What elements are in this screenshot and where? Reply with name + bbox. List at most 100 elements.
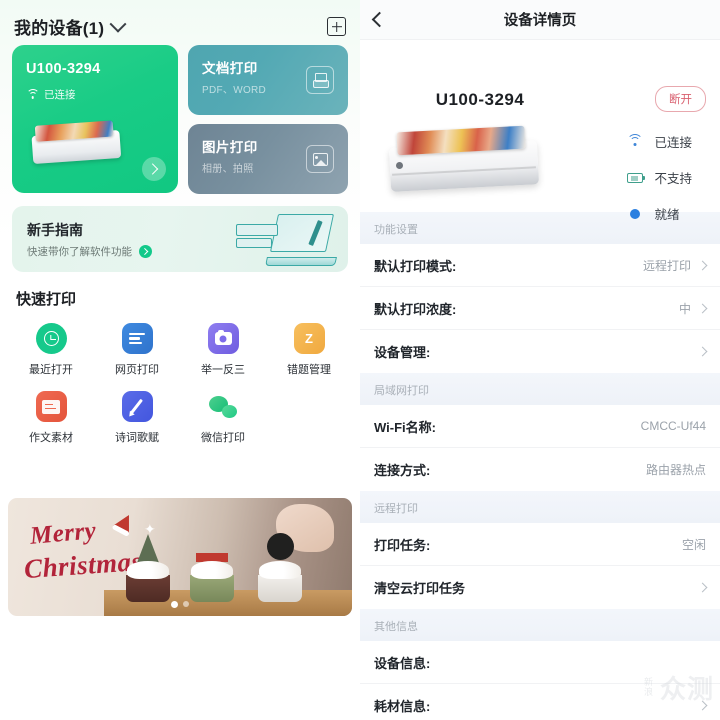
quick-item-label: 微信打印 — [201, 432, 245, 444]
status-dot-icon — [626, 206, 643, 221]
home-tiles: U100-3294 已连接 文档打印 PDF、WORD 图片打印 相册、拍照 — [0, 45, 360, 194]
row-label: 设备信息: — [374, 655, 431, 671]
section-other-info: 设备信息: 耗材信息: — [360, 641, 720, 720]
chevron-right-icon[interactable] — [697, 260, 708, 270]
row-device-info[interactable]: 设备信息: — [360, 641, 720, 684]
page-title: 设备详情页 — [503, 13, 577, 29]
guide-subtitle-row: 快速带你了解软件功能 — [27, 244, 152, 259]
chevron-right-icon[interactable] — [697, 346, 708, 357]
row-consumable-info[interactable]: 耗材信息: — [360, 684, 720, 720]
row-print-task: 打印任务: 空闲 — [360, 523, 720, 566]
wechat-icon — [208, 391, 239, 422]
device-card-status: 已连接 — [26, 87, 76, 102]
quick-item-label: 网页打印 — [115, 364, 159, 376]
row-right: 远程打印 — [642, 257, 708, 274]
quick-item-recent[interactable]: 最近打开 — [8, 323, 94, 377]
chevron-right-icon[interactable] — [697, 303, 708, 313]
row-label: 连接方式: — [374, 463, 431, 478]
device-hero: U100-3294 断开 已连接 不支持 就绪 — [360, 40, 720, 222]
camera-icon — [207, 323, 239, 354]
quick-item-webpage[interactable]: 网页打印 — [94, 323, 180, 377]
row-label: 耗材信息: — [374, 699, 431, 714]
disconnect-button[interactable]: 断开 — [655, 86, 706, 112]
home-panel: 我的设备(1) U100-3294 已连接 文档打印 PDF、WORD 图片打印… — [0, 0, 360, 720]
quick-print-section-title: 快速打印 — [16, 291, 77, 308]
lines-icon — [121, 323, 153, 354]
wifi-icon — [26, 89, 39, 100]
row-value: 路由器热点 — [645, 463, 706, 477]
quick-item-essay[interactable]: 作文素材 — [8, 391, 94, 445]
quick-item-label: 诗词歌赋 — [115, 432, 159, 444]
wifi-icon — [626, 134, 643, 149]
row-label: 默认打印模式: — [374, 258, 457, 274]
detail-header: 设备详情页 — [360, 0, 720, 40]
section-function-settings: 默认打印模式: 远程打印 默认打印浓度: 中 设备管理: — [360, 244, 720, 373]
chevron-down-icon[interactable] — [109, 15, 127, 33]
quick-item-poetry[interactable]: 诗词歌赋 — [94, 391, 180, 445]
row-default-print-mode[interactable]: 默认打印模式: 远程打印 — [360, 244, 720, 287]
beginner-guide-banner[interactable]: 新手指南 快速带你了解软件功能 — [12, 206, 348, 272]
device-card-status-label: 已连接 — [44, 89, 76, 101]
section-title-remote-print: 远程打印 — [360, 491, 720, 523]
notebook-icon: Z — [293, 323, 325, 354]
device-card[interactable]: U100-3294 已连接 — [12, 45, 178, 193]
tile-document-print[interactable]: 文档打印 PDF、WORD — [188, 45, 348, 115]
status-row-ready: 就绪 — [626, 204, 692, 223]
tile-image-print[interactable]: 图片打印 相册、拍照 — [188, 124, 348, 194]
quick-item-label: 错题管理 — [287, 364, 331, 376]
row-value: 中 — [678, 301, 691, 316]
status-row-connection: 已连接 — [626, 132, 692, 151]
quick-item-label: 最近打开 — [29, 364, 73, 376]
row-clear-cloud-tasks[interactable]: 清空云打印任务 — [360, 566, 720, 609]
quick-print-grid: 最近打开 网页打印 举一反三 Z 错题管理 作文素材 诗词歌赋 微信打印 — [8, 323, 352, 445]
row-label: 清空云打印任务 — [374, 581, 466, 596]
section-title-lan-print: 局域网打印 — [360, 373, 720, 405]
add-device-button[interactable] — [327, 17, 346, 36]
quick-item-label: 举一反三 — [201, 364, 245, 376]
function-tiles: 文档打印 PDF、WORD 图片打印 相册、拍照 — [188, 45, 348, 194]
laptop-pen-icon — [236, 212, 337, 268]
row-value: CMCC-Uf44 — [640, 419, 706, 433]
cupcake-image — [190, 553, 234, 602]
quick-item-inference[interactable]: 举一反三 — [180, 323, 266, 377]
banner-dot-active[interactable] — [171, 601, 178, 608]
promo-banner-line1: Merry — [28, 517, 98, 550]
row-value: 空闲 — [681, 537, 706, 552]
section-title-other-info: 其他信息 — [360, 609, 720, 641]
row-label: Wi-Fi名称: — [374, 419, 436, 435]
section-lan-print: Wi-Fi名称: CMCC-Uf44 连接方式: 路由器热点 — [360, 405, 720, 491]
printer-image — [384, 122, 544, 194]
row-value: 远程打印 — [642, 258, 691, 273]
guide-subtitle: 快速带你了解软件功能 — [27, 246, 132, 258]
row-right — [697, 582, 708, 593]
pencil-icon — [121, 391, 153, 422]
row-default-print-density[interactable]: 默认打印浓度: 中 — [360, 287, 720, 330]
guide-title: 新手指南 — [27, 222, 83, 238]
row-label: 打印任务: — [374, 537, 431, 553]
my-devices-selector[interactable]: 我的设备(1) — [14, 14, 127, 39]
banner-page-dots[interactable] — [171, 601, 189, 608]
promo-banner[interactable]: Merry Christmas ✦ — [8, 498, 352, 616]
device-card-arrow-button[interactable] — [142, 157, 166, 181]
folder-icon — [35, 391, 67, 422]
row-right: 中 — [678, 300, 708, 317]
row-device-management[interactable]: 设备管理: — [360, 330, 720, 373]
row-label: 设备管理: — [374, 345, 431, 360]
device-status-list: 已连接 不支持 就绪 — [626, 132, 692, 223]
quick-item-mistakes[interactable]: Z 错题管理 — [266, 323, 352, 377]
row-right — [697, 700, 708, 711]
row-label: 默认打印浓度: — [374, 301, 457, 317]
my-devices-title: 我的设备(1) — [14, 19, 105, 38]
home-header: 我的设备(1) — [0, 0, 360, 45]
banner-dot[interactable] — [183, 601, 189, 607]
row-right — [697, 346, 708, 357]
device-card-name: U100-3294 — [26, 61, 101, 77]
status-label: 不支持 — [654, 172, 692, 186]
arrow-right-circle-icon[interactable] — [139, 245, 152, 258]
quick-item-wechat[interactable]: 微信打印 — [180, 391, 266, 445]
section-remote-print: 打印任务: 空闲 清空云打印任务 — [360, 523, 720, 609]
printer-image — [27, 116, 126, 169]
chevron-right-icon[interactable] — [697, 582, 708, 593]
chevron-right-icon[interactable] — [697, 700, 708, 711]
status-label: 已连接 — [654, 136, 692, 150]
